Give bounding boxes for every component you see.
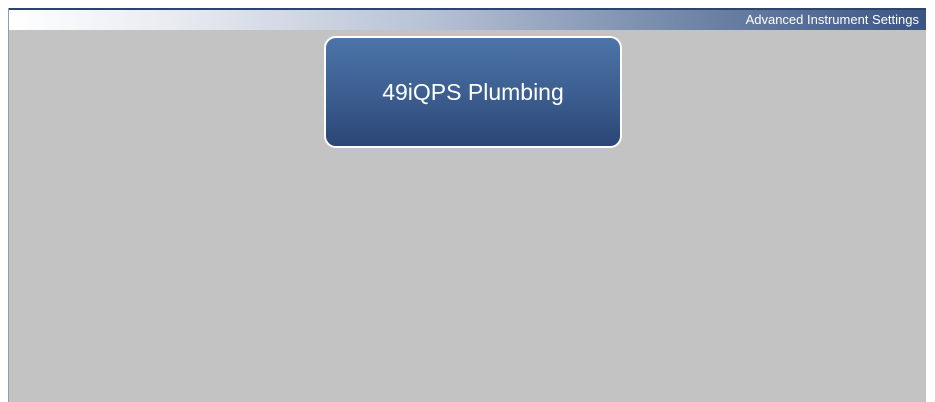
49iqps-plumbing-button[interactable]: 49iQPS Plumbing — [324, 36, 622, 148]
page-title: Advanced Instrument Settings — [745, 12, 919, 27]
title-bar: Advanced Instrument Settings — [9, 8, 926, 30]
menu-button-label: 49iQPS Plumbing — [382, 79, 564, 105]
instrument-screen: Advanced Instrument Settings 49iQPS Plum… — [8, 8, 926, 402]
